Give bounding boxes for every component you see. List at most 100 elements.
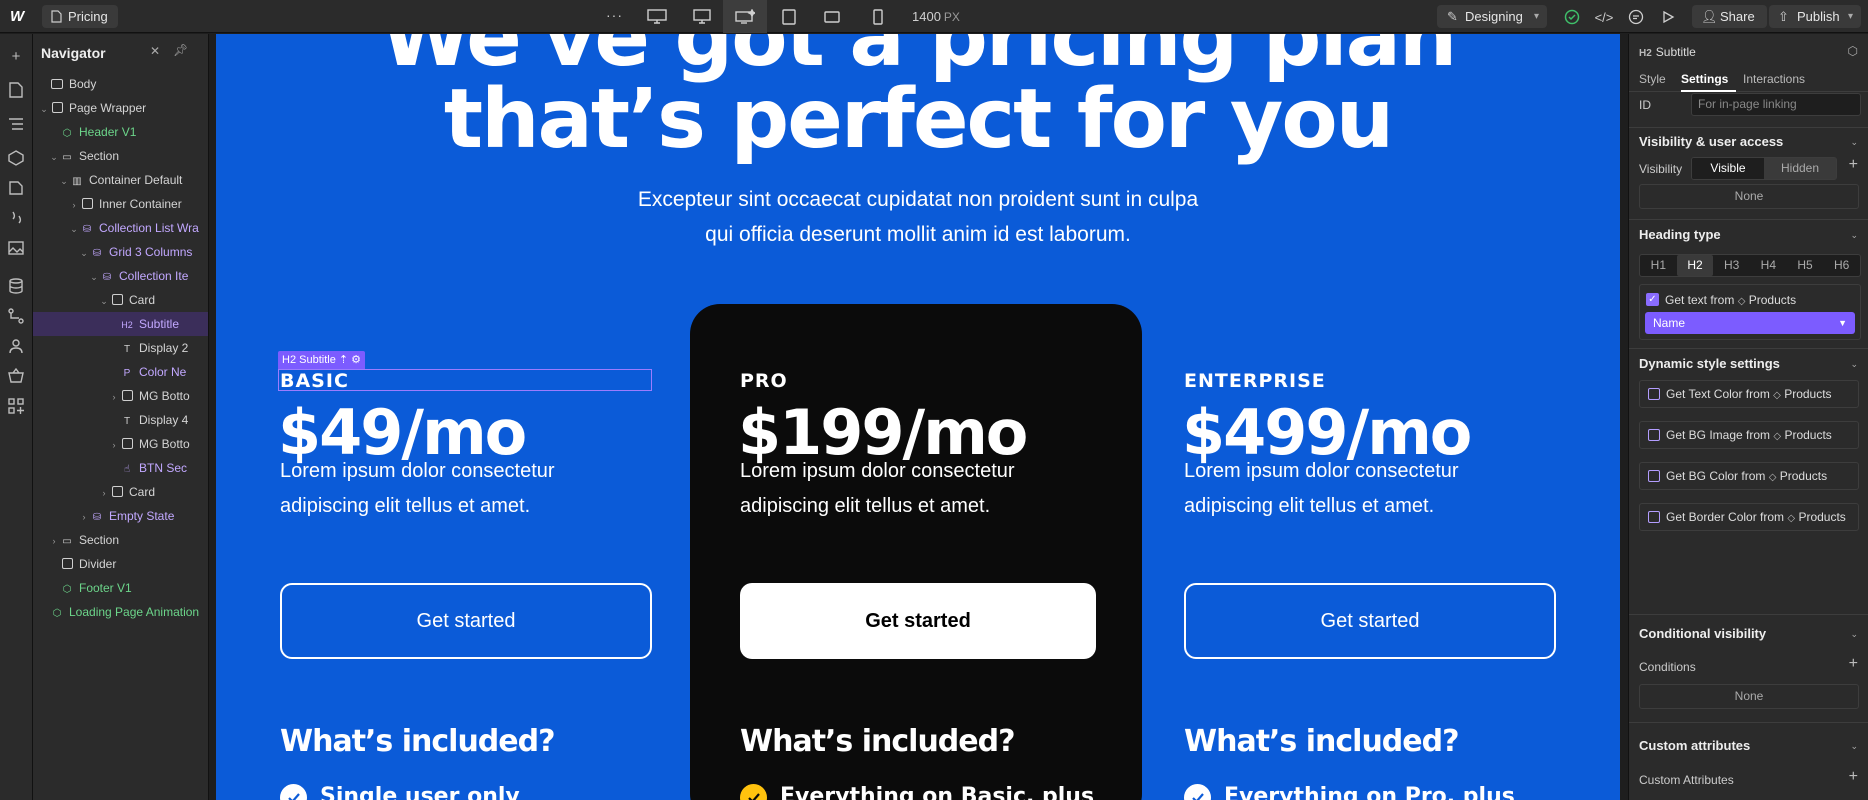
tree-item-section-2[interactable]: › ▭ Section <box>33 528 208 552</box>
heading-h5[interactable]: H5 <box>1787 255 1824 276</box>
chevron-right-icon[interactable]: › <box>49 529 59 552</box>
heading-h3[interactable]: H3 <box>1713 255 1750 276</box>
tree-item-display-4[interactable]: T Display 4 <box>33 408 208 432</box>
get-bg-image-option[interactable]: Get BG Image from ◇ Products <box>1639 421 1859 449</box>
tree-item-body[interactable]: Body <box>33 72 208 96</box>
tree-item-card[interactable]: ⌄ Card <box>33 288 208 312</box>
get-started-basic-button[interactable]: Get started <box>280 583 652 659</box>
chevron-down-icon[interactable]: ⌄ <box>49 145 59 168</box>
get-border-color-option[interactable]: Get Border Color from ◇ Products <box>1639 503 1859 531</box>
heading-h4[interactable]: H4 <box>1750 255 1787 276</box>
feature-basic[interactable]: Single user only <box>320 784 520 800</box>
tree-item-mg-bottom-1[interactable]: › MG Botto <box>33 384 208 408</box>
page-headline-line-2[interactable]: that’s perfect for you <box>216 72 1620 167</box>
apps-icon[interactable] <box>6 396 26 416</box>
pages-icon[interactable] <box>6 80 26 100</box>
add-element-icon[interactable]: + <box>6 46 26 66</box>
code-icon[interactable]: </> <box>1594 7 1614 27</box>
collapse-all-icon[interactable]: ✕ <box>150 44 160 58</box>
add-visibility-icon[interactable]: + <box>1849 156 1858 174</box>
chevron-down-icon[interactable]: ⌄ <box>89 265 99 288</box>
chevron-down-icon[interactable]: ⌄ <box>1850 137 1858 148</box>
tree-item-subtitle[interactable]: H2 Subtitle <box>33 312 208 336</box>
tree-item-mg-bottom-2[interactable]: › MG Botto <box>33 432 208 456</box>
components-icon[interactable] <box>6 148 26 168</box>
mobile-landscape-breakpoint[interactable] <box>810 0 854 33</box>
plan-desc-pro[interactable]: Lorem ipsum dolor consectetur adipiscing… <box>740 454 1060 524</box>
mode-dropdown[interactable]: ✎ Designing ▾ <box>1437 5 1547 28</box>
checkbox[interactable] <box>1648 429 1660 441</box>
styles-icon[interactable] <box>6 178 26 198</box>
tab-settings[interactable]: Settings <box>1681 72 1728 86</box>
chevron-down-icon[interactable]: ⌄ <box>99 289 109 312</box>
tree-item-grid-3-columns[interactable]: ⌄ ⛁ Grid 3 Columns <box>33 240 208 264</box>
whats-included-enterprise[interactable]: What’s included? <box>1184 724 1459 759</box>
heading-h1[interactable]: H1 <box>1640 255 1677 276</box>
chevron-down-icon[interactable]: ⌄ <box>79 241 89 264</box>
tree-item-header-v1[interactable]: ⬡ Header V1 <box>33 120 208 144</box>
more-options-icon[interactable]: ··· <box>606 7 623 23</box>
publish-button[interactable]: ⇧ Publish ▾ <box>1769 5 1861 28</box>
conditional-visibility-title[interactable]: Conditional visibility <box>1639 626 1766 641</box>
tree-item-divider[interactable]: Divider <box>33 552 208 576</box>
dynamic-style-title[interactable]: Dynamic style settings <box>1639 356 1780 371</box>
plan-desc-basic[interactable]: Lorem ipsum dolor consectetur adipiscing… <box>280 454 600 524</box>
tree-item-section[interactable]: ⌄ ▭ Section <box>33 144 208 168</box>
get-text-checkbox[interactable]: ✓ <box>1646 293 1659 306</box>
tree-item-empty-state[interactable]: › ⛁ Empty State <box>33 504 208 528</box>
chevron-right-icon[interactable]: › <box>79 505 89 528</box>
tree-item-inner-container[interactable]: › Inner Container <box>33 192 208 216</box>
logic-icon[interactable] <box>6 306 26 326</box>
add-condition-icon[interactable]: + <box>1849 655 1858 673</box>
webflow-logo[interactable]: W <box>10 8 24 25</box>
visibility-none[interactable]: None <box>1639 184 1859 209</box>
cms-icon[interactable] <box>6 276 26 296</box>
pin-icon[interactable]: 📌︎ <box>173 43 188 57</box>
plan-name-basic[interactable]: BASIC <box>280 370 349 392</box>
tab-style[interactable]: Style <box>1639 72 1666 86</box>
tree-item-container-default[interactable]: ⌄ ▥ Container Default <box>33 168 208 192</box>
variables-icon[interactable] <box>6 208 26 228</box>
whats-included-basic[interactable]: What’s included? <box>280 724 555 759</box>
assets-icon[interactable] <box>6 238 26 258</box>
tree-item-card-2[interactable]: › Card <box>33 480 208 504</box>
chevron-down-icon[interactable]: ⌄ <box>59 169 69 192</box>
tablet-breakpoint[interactable] <box>767 0 811 33</box>
element-settings-icon[interactable]: ⬡ <box>1848 44 1858 58</box>
chevron-right-icon[interactable]: › <box>99 481 109 504</box>
chevron-down-icon[interactable]: ⌄ <box>39 97 49 120</box>
tree-item-display-2[interactable]: T Display 2 <box>33 336 208 360</box>
base-breakpoint[interactable] <box>723 0 767 33</box>
get-bg-color-option[interactable]: Get BG Color from ◇ Products <box>1639 462 1859 490</box>
tree-item-footer-v1[interactable]: ⬡ Footer V1 <box>33 576 208 600</box>
get-started-enterprise-button[interactable]: Get started <box>1184 583 1556 659</box>
mobile-portrait-breakpoint[interactable] <box>856 0 900 33</box>
feature-pro[interactable]: Everything on Basic, plus <box>780 784 1094 800</box>
ecommerce-icon[interactable] <box>6 366 26 386</box>
whats-included-pro[interactable]: What’s included? <box>740 724 1015 759</box>
visible-option[interactable]: Visible <box>1692 158 1764 179</box>
conditions-none[interactable]: None <box>1639 684 1859 709</box>
users-icon[interactable] <box>6 336 26 356</box>
tree-item-loading-page-animation[interactable]: ⬡ Loading Page Animation <box>33 600 208 624</box>
tree-item-page-wrapper[interactable]: ⌄ Page Wrapper <box>33 96 208 120</box>
plan-name-enterprise[interactable]: ENTERPRISE <box>1184 370 1326 392</box>
get-text-color-option[interactable]: Get Text Color from ◇ Products <box>1639 380 1859 408</box>
chevron-right-icon[interactable]: › <box>109 385 119 408</box>
checkbox[interactable] <box>1648 388 1660 400</box>
checkbox[interactable] <box>1648 470 1660 482</box>
tree-item-collection-list-wrapper[interactable]: ⌄ ⛁ Collection List Wra <box>33 216 208 240</box>
chevron-down-icon[interactable]: ⌄ <box>69 217 79 240</box>
feature-enterprise[interactable]: Everything on Pro, plus <box>1224 784 1515 800</box>
chevron-down-icon[interactable]: ⌄ <box>1850 629 1858 640</box>
chevron-right-icon[interactable]: › <box>69 193 79 216</box>
tree-item-btn-secondary[interactable]: ☝︎ BTN Sec <box>33 456 208 480</box>
field-select[interactable]: Name ▼ <box>1645 312 1855 334</box>
heading-type-title[interactable]: Heading type <box>1639 227 1721 242</box>
chevron-down-icon[interactable]: ⌄ <box>1850 230 1858 241</box>
get-started-pro-button[interactable]: Get started <box>740 583 1096 659</box>
tree-item-color-ne[interactable]: P Color Ne <box>33 360 208 384</box>
tab-interactions[interactable]: Interactions <box>1743 72 1805 86</box>
desktop-large-breakpoint[interactable] <box>635 0 679 33</box>
design-canvas[interactable]: We've got a pricing plan that’s perfect … <box>216 34 1620 800</box>
